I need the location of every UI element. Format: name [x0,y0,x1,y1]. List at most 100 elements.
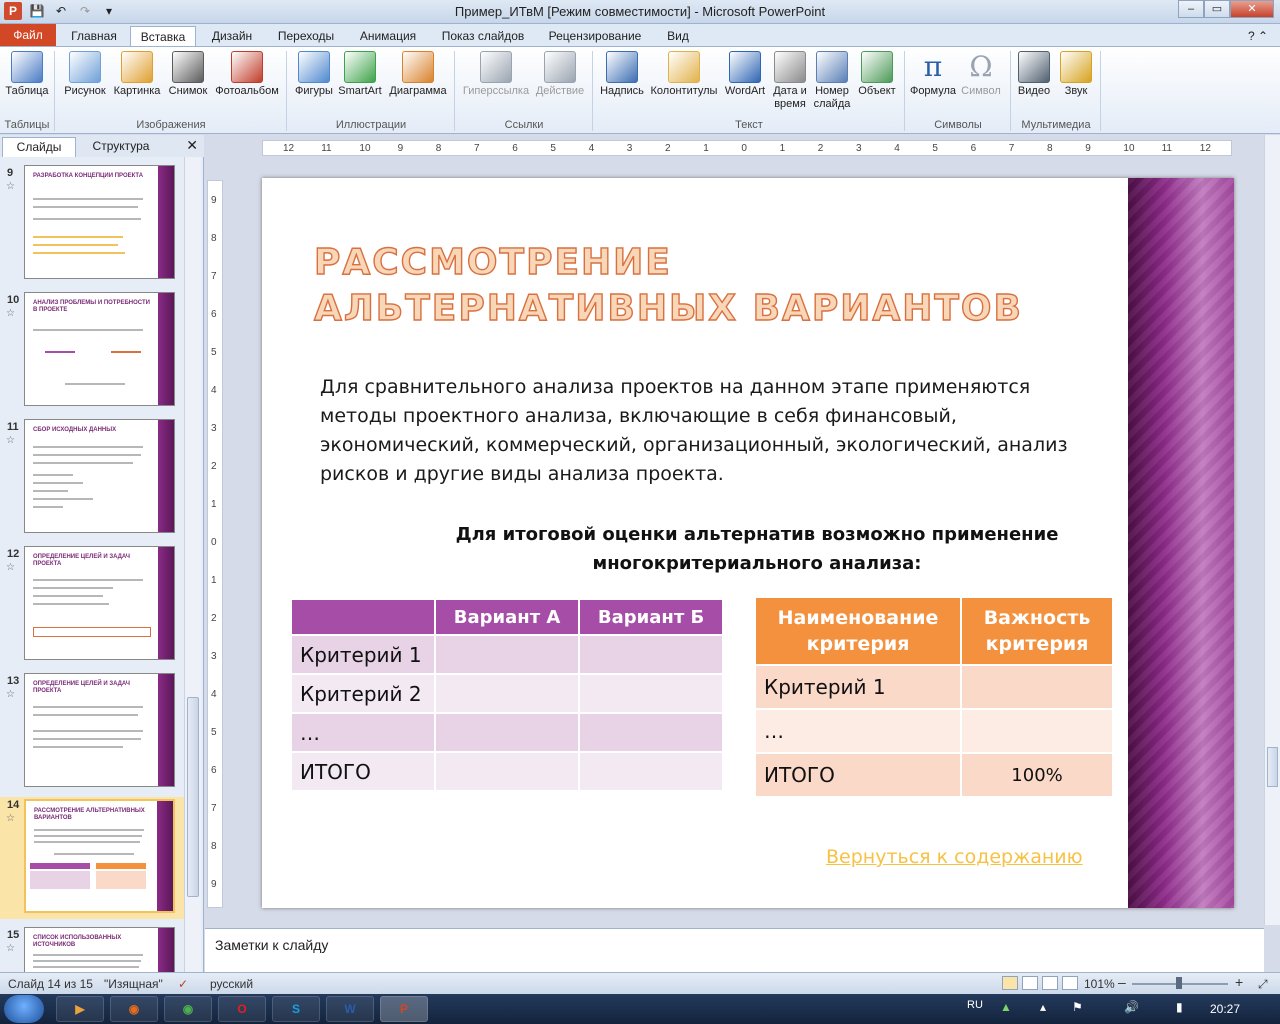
media-taskbar-icon[interactable]: ▶ [56,996,104,1022]
equation-button[interactable]: π Формула [908,51,958,98]
slide-number: 9 [7,167,14,179]
shapes-button[interactable]: Фигуры [292,51,336,98]
table-button[interactable]: Таблица [4,51,50,98]
close-panel-icon[interactable]: ✕ [186,137,198,154]
zoom-in-button[interactable]: + [1235,974,1243,990]
reading-view-button[interactable] [1042,976,1058,990]
firefox-taskbar-icon[interactable]: ◉ [110,996,158,1022]
zoom-out-button[interactable]: – [1118,974,1126,990]
table-header-cell: Важность критерия [960,596,1114,666]
tab-insert[interactable]: Вставка [130,26,196,46]
zoom-level[interactable]: 101% [1084,977,1115,991]
theme-name[interactable]: "Изящная" [104,977,163,991]
slide-sorter-button[interactable] [1022,976,1038,990]
slide-canvas[interactable]: Рассмотрение альтернативных вариантов Дл… [262,178,1234,908]
hyperlink-button[interactable]: Гиперссылка [460,51,532,98]
slide-number-button[interactable]: Номер слайда [812,51,852,111]
thumbnail-title: РАЗРАБОТКА КОНЦЕПЦИИ ПРОЕКТА [33,173,144,179]
main-scrollbar-thumb[interactable] [1267,747,1278,787]
ruler-tick-label: 8 [211,841,217,852]
wordart-button[interactable]: WordArt [722,51,768,98]
slide-thumbnail[interactable]: 12 ☆ ОПРЕДЕЛЕНИЕ ЦЕЛЕЙ И ЗАДАЧ ПРОЕКТА [0,546,184,664]
panel-scrollbar[interactable] [184,157,201,973]
volume-tray-icon[interactable]: 🔊 [1124,1000,1139,1014]
powerpoint-taskbar-icon[interactable]: P [380,996,428,1022]
ruler-tick-label: 12 [283,143,295,154]
notes-placeholder[interactable]: Заметки к слайду [215,937,328,953]
ruler-tick-label: 1 [211,575,217,586]
action-button[interactable]: Действие [532,51,588,98]
slide-thumbnail[interactable]: 9 ☆ РАЗРАБОТКА КОНЦЕПЦИИ ПРОЕКТА [0,165,184,283]
header-footer-button[interactable]: Колонтитулы [648,51,720,98]
ruler-tick-label: 1 [211,499,217,510]
tab-home[interactable]: Главная [66,26,122,46]
normal-view-button[interactable] [1002,976,1018,990]
photo-album-button[interactable]: Фотоальбом [212,51,282,98]
tab-transitions[interactable]: Переходы [272,26,340,46]
ribbon-tabs: Файл Главная Вставка Дизайн Переходы Ани… [0,24,1280,46]
flag-tray-icon[interactable]: ⚑ [1072,1000,1083,1014]
chrome-taskbar-icon[interactable]: ◉ [164,996,212,1022]
audio-button[interactable]: Звук [1056,51,1096,98]
video-button[interactable]: Видео [1014,51,1054,98]
slide-thumbnail-selected[interactable]: 14 ☆ РАССМОТРЕНИЕ АЛЬТЕРНАТИВНЫХ ВАРИАНТ… [0,797,184,919]
date-time-button[interactable]: Дата и время [770,51,810,111]
panel-scrollbar-thumb[interactable] [187,697,199,897]
fit-slide-icon[interactable]: ⤢ [1258,977,1268,992]
criteria-table[interactable]: Наименование критерия Важность критерия … [753,596,1114,798]
slide-body-text[interactable]: Для сравнительного анализа проектов на д… [320,373,1110,489]
zoom-slider-handle[interactable] [1176,977,1182,989]
tab-animation[interactable]: Анимация [350,26,426,46]
slide-title[interactable]: Рассмотрение альтернативных вариантов [313,240,1074,332]
slide-thumbnail[interactable]: 15 ☆ СПИСОК ИСПОЛЬЗОВАННЫХ ИСТОЧНИКОВ [0,927,184,973]
tab-file[interactable]: Файл [0,24,56,46]
word-taskbar-icon[interactable]: W [326,996,374,1022]
nvidia-tray-icon[interactable]: ▲ [1000,1000,1012,1014]
close-button[interactable]: ✕ [1230,0,1274,18]
tab-design[interactable]: Дизайн [204,26,260,46]
back-to-contents-link[interactable]: Вернуться к содержанию [826,846,1083,868]
textbox-button[interactable]: Надпись [598,51,646,98]
thumbnail-image: СБОР ИСХОДНЫХ ДАННЫХ [24,419,175,533]
skype-taskbar-icon[interactable]: S [272,996,320,1022]
main-scrollbar[interactable] [1264,135,1280,925]
action-icon [544,51,576,83]
opera-taskbar-icon[interactable]: O [218,996,266,1022]
table-cell: … [290,712,436,753]
variants-table[interactable]: Вариант А Вариант Б Критерий 1 Критерий … [290,598,724,792]
language-indicator[interactable]: русский [210,977,253,991]
ruler-tick-label: 10 [1123,143,1135,154]
screenshot-button[interactable]: Снимок [166,51,210,98]
tab-outline[interactable]: Структура [80,137,162,157]
chart-button[interactable]: Диаграмма [386,51,450,98]
tab-slideshow[interactable]: Показ слайдов [436,26,530,46]
tab-view[interactable]: Вид [658,26,698,46]
slideshow-button[interactable] [1062,976,1078,990]
object-button[interactable]: Объект [854,51,900,98]
network-tray-icon[interactable]: ▮ [1176,1000,1183,1014]
group-label-media: Мультимедиа [1021,119,1091,131]
wordart-icon [729,51,761,83]
picture-button[interactable]: Рисунок [62,51,108,98]
spellcheck-icon[interactable]: ✓ [178,977,188,991]
slide-thumbnail[interactable]: 13 ☆ ОПРЕДЕЛЕНИЕ ЦЕЛЕЙ И ЗАДАЧ ПРОЕКТА [0,673,184,791]
slide-subheading[interactable]: Для итоговой оценки альтернатив возможно… [412,520,1102,578]
ruler-tick-label: 7 [474,143,480,154]
notes-pane[interactable]: Заметки к слайду [205,928,1264,972]
table-cell: ИТОГО [753,752,963,798]
clock[interactable]: 20:27 [1210,1002,1240,1016]
start-button[interactable] [4,995,44,1023]
tab-slides[interactable]: Слайды [2,137,76,157]
symbol-button[interactable]: Ω Символ [958,51,1004,98]
minimize-button[interactable]: – [1178,0,1204,18]
slide-thumbnail[interactable]: 11 ☆ СБОР ИСХОДНЫХ ДАННЫХ [0,419,184,537]
expand-tray-icon[interactable]: ▴ [1040,1000,1046,1014]
language-tray[interactable]: RU [967,999,983,1011]
help-icon[interactable]: ? ⌃ [1240,26,1276,46]
animation-star-icon: ☆ [6,562,15,573]
slide-thumbnail[interactable]: 10 ☆ АНАЛИЗ ПРОБЛЕМЫ И ПОТРЕБНОСТИ В ПРО… [0,292,184,410]
clipart-button[interactable]: Картинка [110,51,164,98]
tab-review[interactable]: Рецензирование [540,26,650,46]
smartart-button[interactable]: SmartArt [337,51,383,98]
maximize-button[interactable]: ▭ [1204,0,1230,18]
